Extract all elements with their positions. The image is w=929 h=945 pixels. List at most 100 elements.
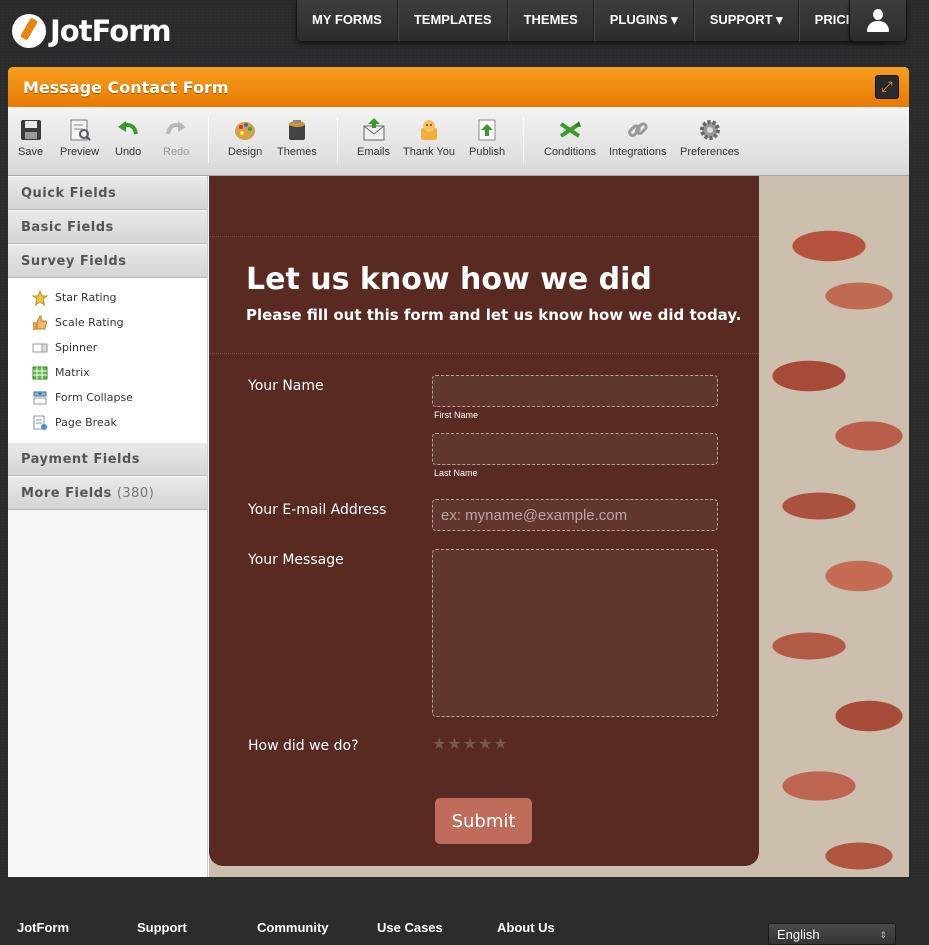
footer-link-use-cases[interactable]: Use Cases (377, 920, 443, 935)
emails-button[interactable]: Emails (357, 118, 390, 158)
field-label: Star Rating (55, 291, 117, 304)
nav-my-forms[interactable]: MY FORMS (297, 0, 398, 41)
form-subtitle: Please fill out this form and let us kno… (246, 306, 742, 324)
preview-button[interactable]: Preview (60, 118, 99, 158)
undo-label: Undo (115, 146, 142, 158)
message-textarea[interactable] (432, 549, 718, 717)
field-page-break[interactable]: Page Break (32, 410, 207, 435)
spinner-icon (32, 340, 48, 356)
themes-label: Themes (277, 146, 317, 158)
email-envelope-icon (362, 118, 386, 142)
design-button[interactable]: Design (228, 118, 262, 158)
undo-arrow-icon (116, 118, 140, 142)
field-label: Page Break (55, 416, 117, 429)
redo-button[interactable]: Redo (163, 118, 189, 158)
undo-button[interactable]: Undo (115, 118, 141, 158)
integrations-button[interactable]: Integrations (609, 118, 666, 158)
themes-button[interactable]: Themes (277, 118, 317, 158)
first-name-input[interactable] (432, 375, 718, 407)
name-label: Your Name (248, 378, 324, 394)
footer-link-about-us[interactable]: About Us (497, 920, 555, 935)
email-input[interactable] (432, 499, 718, 531)
design-label: Design (228, 146, 263, 158)
field-matrix[interactable]: Matrix (32, 360, 207, 385)
first-name-sublabel: First Name (434, 410, 479, 420)
thank-you-label: Thank You (403, 146, 455, 158)
conditions-button[interactable]: Conditions (544, 118, 596, 158)
form-name-title[interactable]: Message Contact Form (23, 78, 229, 97)
star-icon[interactable]: ★ (478, 736, 492, 752)
form-builder-window: Message Contact Form ⤢ Save Preview Undo (8, 67, 909, 877)
email-label: Your E-mail Address (248, 502, 387, 518)
field-label: Spinner (55, 341, 98, 354)
form-preview-card: Let us know how we did Please fill out t… (209, 176, 759, 866)
preferences-button[interactable]: Preferences (680, 118, 739, 158)
user-icon (865, 8, 891, 33)
preferences-label: Preferences (680, 146, 740, 158)
matrix-grid-icon (32, 365, 48, 381)
brand-name: JotForm (50, 14, 172, 48)
fullscreen-expand-icon[interactable]: ⤢ (875, 75, 899, 99)
field-label: Matrix (55, 366, 90, 379)
paint-bucket-icon (285, 118, 309, 142)
last-name-sublabel: Last Name (434, 468, 478, 478)
redo-label: Redo (163, 146, 190, 158)
toolbar: Save Preview Undo Redo Design Themes Ema… (8, 107, 909, 176)
star-icon[interactable]: ★ (463, 736, 477, 752)
survey-fields-list: Star Rating Scale Rating Spinner Matrix … (8, 278, 207, 442)
field-spinner[interactable]: Spinner (32, 335, 207, 360)
star-rating-input[interactable]: ★ ★ ★ ★ ★ (432, 736, 508, 752)
field-form-collapse[interactable]: Form Collapse (32, 385, 207, 410)
more-fields-count: (380) (116, 486, 155, 501)
preview-icon (68, 118, 92, 142)
toolbar-divider (337, 117, 338, 163)
emails-label: Emails (357, 146, 391, 158)
nav-themes[interactable]: THEMES (507, 0, 594, 41)
redo-arrow-icon (164, 118, 188, 142)
collapse-icon (32, 390, 48, 406)
message-label: Your Message (248, 552, 344, 568)
jotform-logo[interactable]: JotForm (12, 14, 172, 48)
publish-button[interactable]: Publish (469, 118, 505, 158)
thank-you-icon (417, 118, 441, 142)
footer-link-support[interactable]: Support (137, 920, 187, 935)
publish-label: Publish (469, 146, 506, 158)
star-icon[interactable]: ★ (493, 736, 507, 752)
save-label: Save (18, 146, 44, 158)
thumbs-up-icon (32, 314, 48, 331)
submit-button[interactable]: Submit (435, 798, 532, 844)
footer-link-community[interactable]: Community (257, 920, 329, 935)
last-name-input[interactable] (432, 433, 718, 465)
star-icon[interactable]: ★ (447, 736, 461, 752)
preview-label: Preview (60, 146, 100, 158)
user-account-button[interactable] (849, 0, 907, 42)
conditions-label: Conditions (544, 146, 596, 158)
save-button[interactable]: Save (18, 118, 43, 158)
thank-you-button[interactable]: Thank You (403, 118, 455, 158)
form-canvas: Let us know how we did Please fill out t… (209, 176, 909, 877)
more-fields-header[interactable]: More Fields (380) (8, 476, 207, 510)
survey-fields-header[interactable]: Survey Fields (8, 244, 207, 278)
page-break-icon (32, 415, 48, 431)
jotform-logo-icon (12, 14, 46, 48)
footer-link-jotform[interactable]: JotForm (17, 920, 69, 935)
basic-fields-header[interactable]: Basic Fields (8, 210, 207, 244)
top-navigation: MY FORMS TEMPLATES THEMES PLUGINS ▾ SUPP… (296, 0, 885, 42)
nav-plugins[interactable]: PLUGINS ▾ (593, 0, 694, 41)
field-star-rating[interactable]: Star Rating (31, 285, 207, 310)
nav-templates[interactable]: TEMPLATES (397, 0, 508, 41)
quick-fields-header[interactable]: Quick Fields (8, 176, 207, 210)
publish-upload-icon (475, 118, 499, 142)
integrations-label: Integrations (609, 146, 667, 158)
star-icon[interactable]: ★ (432, 736, 446, 752)
more-fields-label: More Fields (21, 486, 112, 501)
form-title: Let us know how we did (246, 262, 652, 297)
palette-icon (233, 118, 257, 142)
floppy-disk-icon (19, 118, 43, 142)
payment-fields-header[interactable]: Payment Fields (8, 442, 207, 476)
nav-support[interactable]: SUPPORT ▾ (693, 0, 799, 41)
window-titlebar: Message Contact Form ⤢ (8, 67, 909, 107)
field-scale-rating[interactable]: Scale Rating (32, 310, 207, 335)
language-select[interactable]: English ⇕ (768, 923, 896, 945)
field-label: Scale Rating (55, 316, 124, 329)
